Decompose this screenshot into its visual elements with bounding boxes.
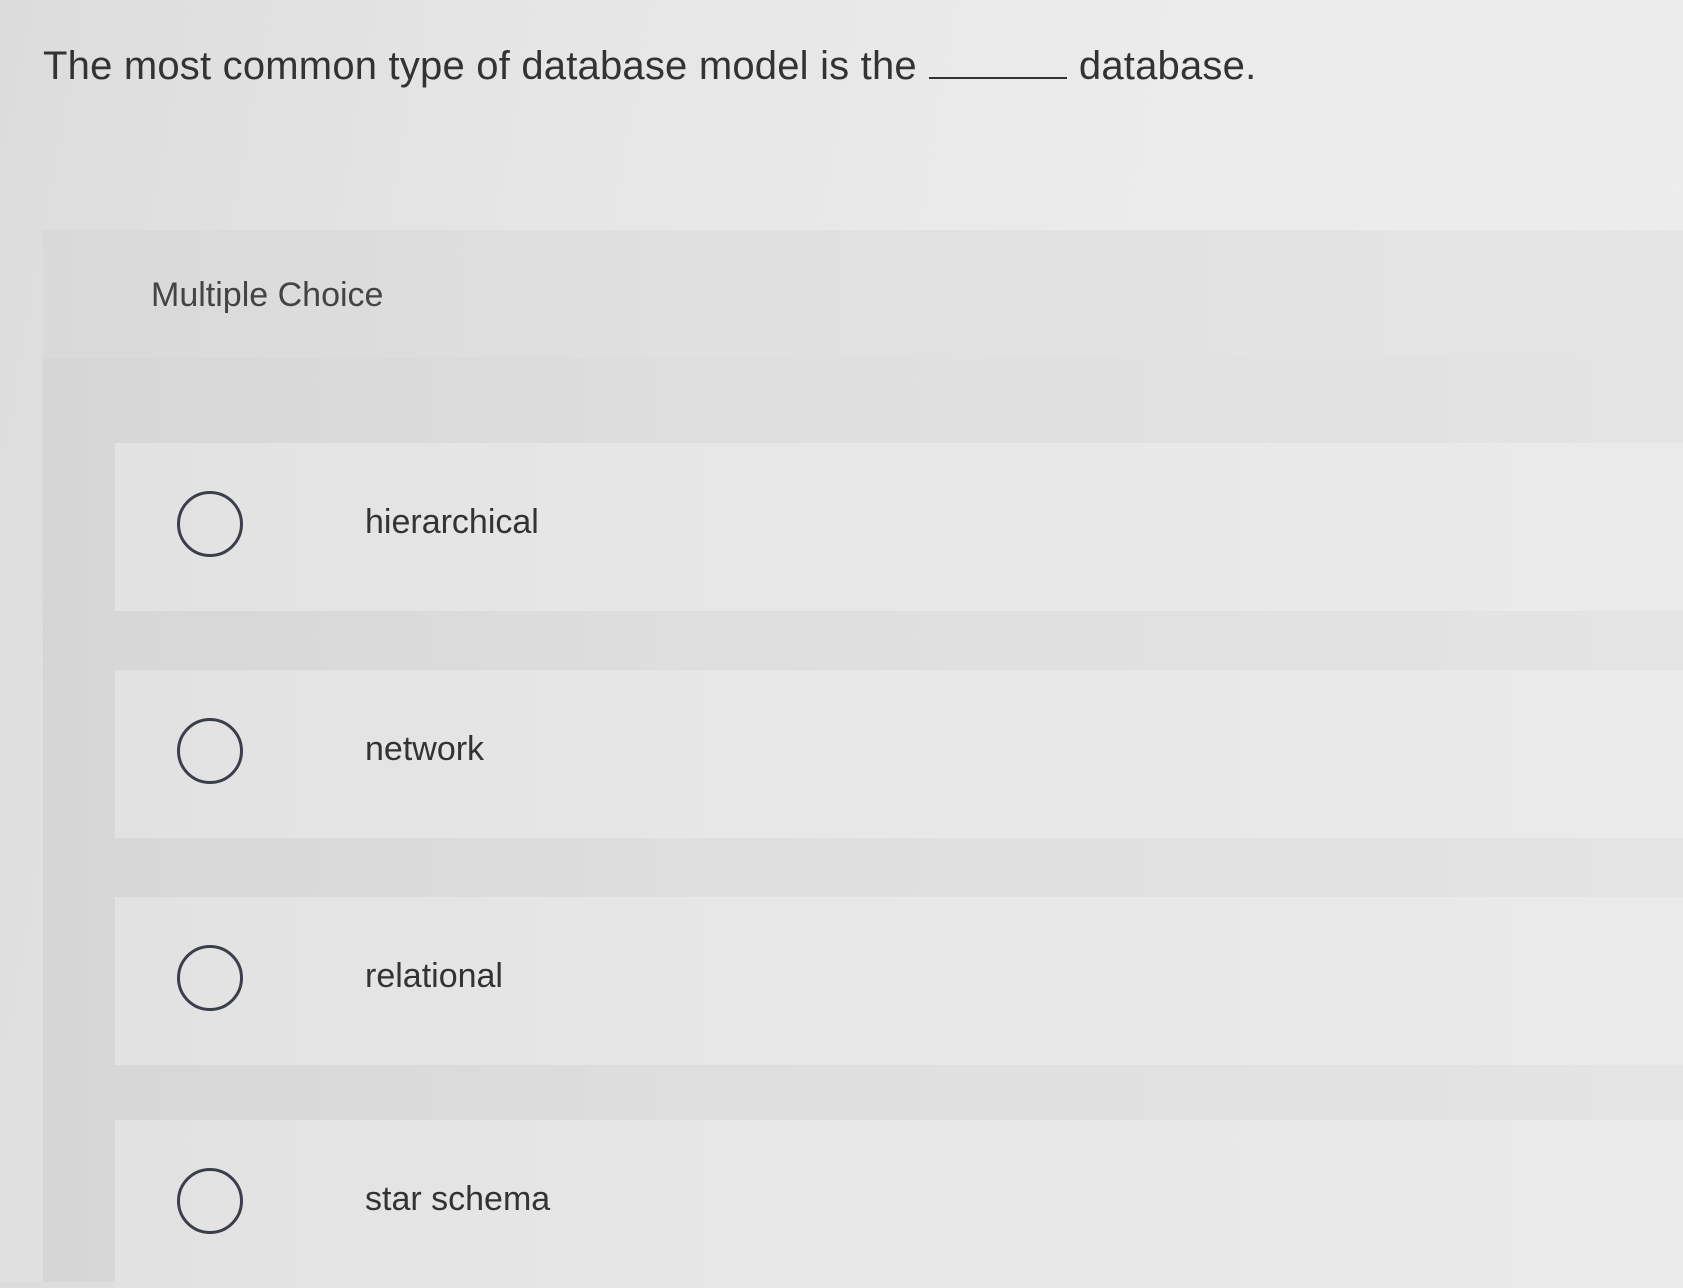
option-relational[interactable]: relational [115,897,1683,1065]
radio-button-icon[interactable] [177,491,243,557]
radio-button-icon[interactable] [177,945,243,1011]
question-type-label: Multiple Choice [151,276,384,314]
option-hierarchical[interactable]: hierarchical [115,443,1683,611]
question-text-before-blank: The most common type of database model i… [43,44,917,88]
option-network[interactable]: network [115,670,1683,838]
radio-button-icon[interactable] [177,718,243,784]
panel-header: Multiple Choice [43,230,1683,358]
radio-button-icon[interactable] [177,1168,243,1234]
question-text: The most common type of database model i… [43,44,1256,89]
option-label: hierarchical [365,503,539,541]
question-text-after-blank: database. [1078,44,1257,88]
option-label: relational [365,957,503,995]
option-label: star schema [365,1180,551,1218]
answer-blank [928,47,1067,79]
multiple-choice-panel: Multiple Choice hierarchical network rel… [43,230,1683,1288]
option-star-schema[interactable]: star schema [115,1120,1683,1288]
option-label: network [365,730,485,768]
